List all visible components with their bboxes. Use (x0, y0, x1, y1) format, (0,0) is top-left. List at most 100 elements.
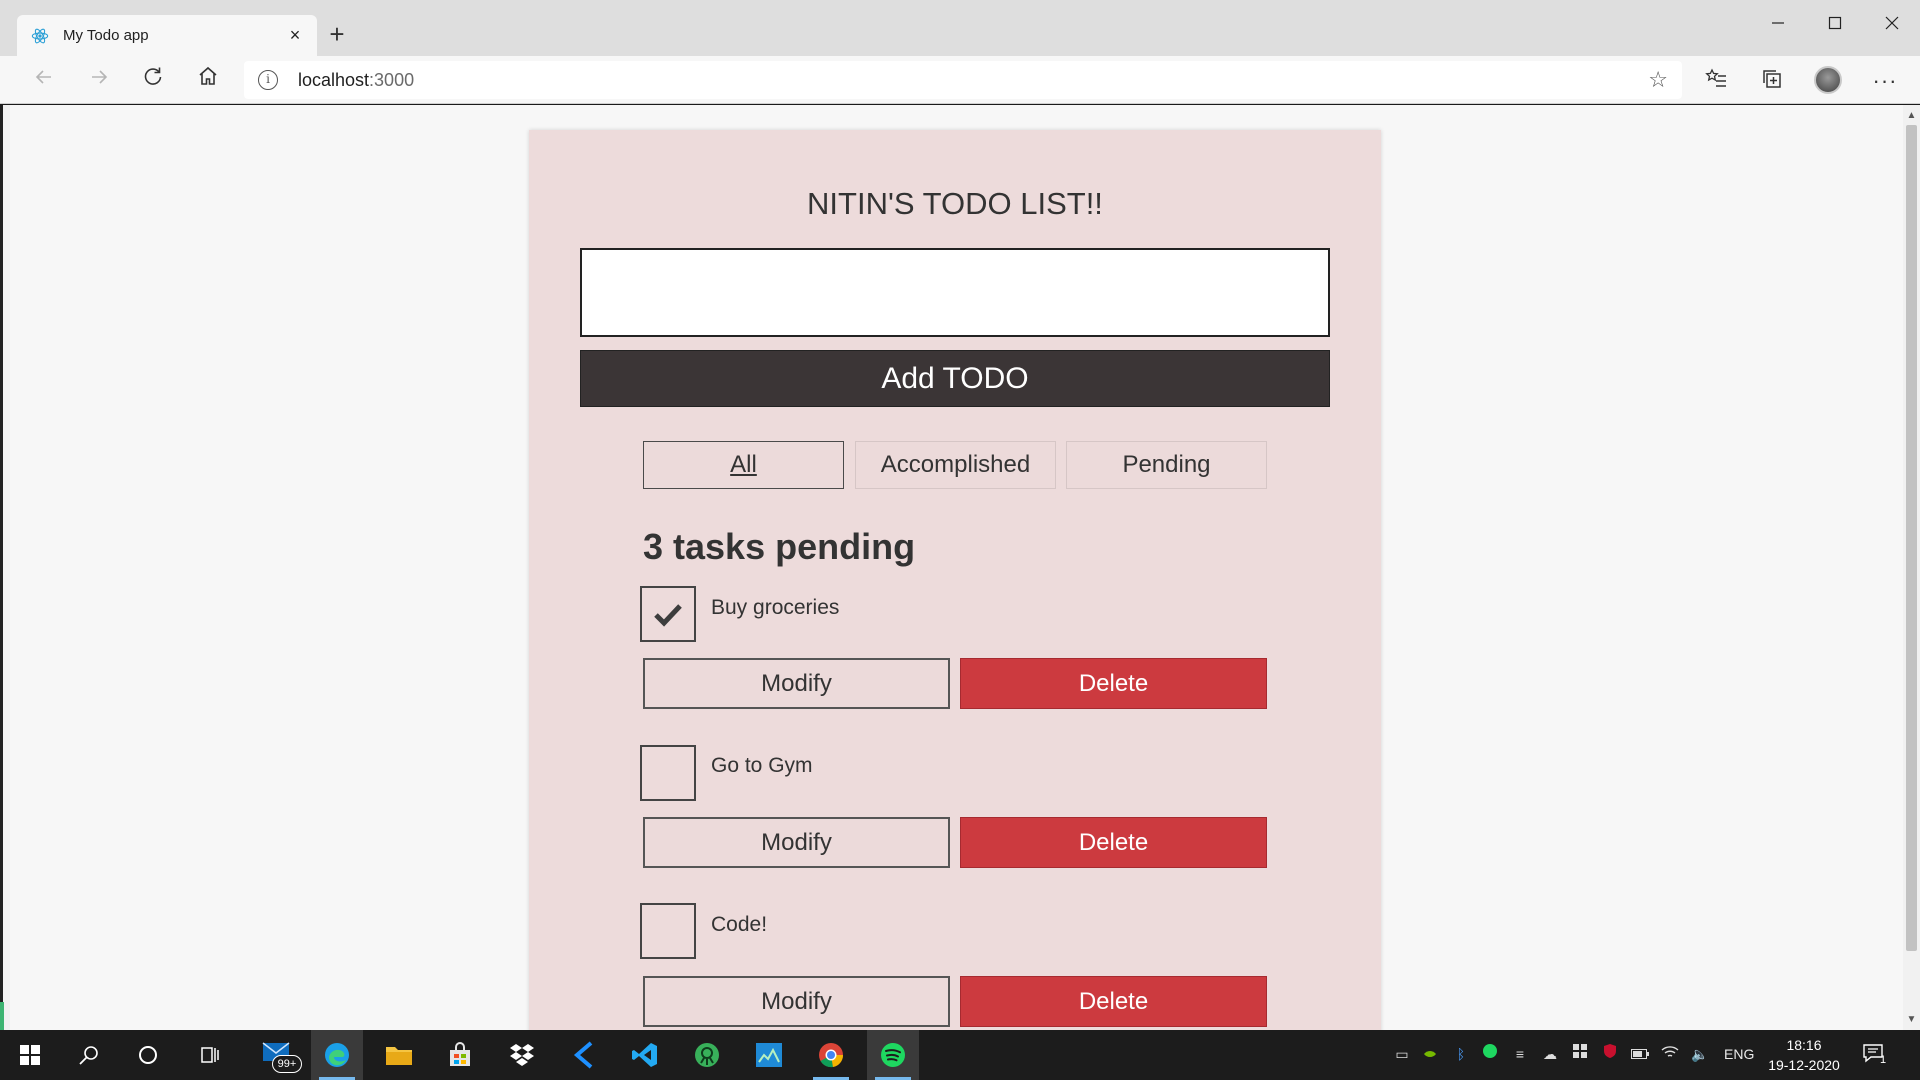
gitkraken-app[interactable] (681, 1030, 733, 1080)
volume-icon[interactable]: 🔈 (1688, 1042, 1712, 1066)
mail-app[interactable]: 99+ (250, 1030, 302, 1080)
browser-toolbar: i localhost:3000 ☆ ··· (0, 56, 1920, 104)
url-text[interactable]: localhost:3000 (298, 70, 414, 91)
vscode-icon (632, 1043, 657, 1067)
forward-button[interactable] (81, 64, 117, 96)
wifi-icon[interactable] (1658, 1042, 1682, 1066)
dropbox-app[interactable] (496, 1030, 548, 1080)
task-manager-app[interactable] (743, 1030, 795, 1080)
favorites-list-icon (1705, 68, 1726, 87)
battery-icon[interactable] (1628, 1042, 1652, 1066)
file-explorer-icon (386, 1047, 412, 1065)
browser-titlebar: My Todo app × + (0, 0, 1920, 56)
url-port: :3000 (369, 70, 415, 90)
scroll-thumb[interactable] (1906, 125, 1917, 951)
minimize-button[interactable] (1755, 10, 1801, 38)
filter-all-button[interactable]: All (643, 441, 844, 489)
start-button[interactable] (4, 1030, 56, 1080)
more-options-icon[interactable]: ··· (1872, 68, 1898, 94)
todo-text: Buy groceries (711, 596, 840, 619)
todo-text: Code! (711, 913, 768, 936)
todo-checkbox[interactable] (640, 745, 696, 801)
modify-button[interactable]: Modify (643, 817, 950, 868)
favorite-star-icon[interactable]: ☆ (1648, 67, 1668, 93)
site-info-icon[interactable]: i (258, 70, 278, 90)
file-explorer-app[interactable] (373, 1030, 425, 1080)
visual-studio-icon (573, 1041, 593, 1069)
close-window-button[interactable] (1869, 10, 1915, 38)
chrome-icon (819, 1043, 844, 1068)
cortana-button[interactable] (122, 1030, 174, 1080)
windows-taskbar: 99+ ▭ ᛒ ≡ ☁ 🔈 ENG 18:16 19-12-2020 1 (0, 1030, 1920, 1080)
spotify-icon (881, 1043, 905, 1067)
page-title: NITIN'S TODO LIST!! (807, 186, 1103, 221)
store-icon (450, 1042, 470, 1066)
filter-pending-button[interactable]: Pending (1066, 441, 1267, 489)
todo-checkbox[interactable] (640, 586, 696, 642)
nvidia-glyph-icon (1424, 1051, 1436, 1057)
notification-count: 1 (1880, 1054, 1887, 1066)
back-arrow-icon (35, 70, 51, 84)
maximize-button[interactable] (1812, 10, 1858, 38)
browser-tab[interactable]: My Todo app × (17, 15, 317, 56)
delete-button[interactable]: Delete (960, 976, 1267, 1027)
todo-input[interactable] (580, 248, 1330, 337)
dropbox-icon (510, 1044, 534, 1066)
address-bar[interactable]: i localhost:3000 ☆ (244, 61, 1682, 99)
tab-close-icon[interactable]: × (283, 23, 307, 47)
language-indicator[interactable]: ENG (1724, 1046, 1754, 1062)
nvidia-icon[interactable] (1418, 1042, 1442, 1066)
spotify-app[interactable] (867, 1030, 919, 1080)
new-tab-button[interactable]: + (325, 20, 349, 48)
todo-card: NITIN'S TODO LIST!! Add TODO All Accompl… (529, 130, 1381, 1030)
edge-stripe (0, 105, 3, 1030)
delete-button[interactable]: Delete (960, 817, 1267, 868)
back-button[interactable] (26, 64, 62, 96)
favorites-icon[interactable] (1703, 68, 1729, 94)
network-monitor-icon[interactable]: ≡ (1508, 1042, 1532, 1066)
wifi-glyph-icon (1661, 1046, 1679, 1057)
meet-now-icon[interactable]: ▭ (1390, 1042, 1414, 1066)
mail-badge: 99+ (272, 1055, 302, 1073)
system-clock[interactable]: 18:16 19-12-2020 (1766, 1035, 1842, 1075)
vertical-scrollbar[interactable]: ▲ ▼ (1903, 105, 1920, 1030)
collections-icon[interactable] (1759, 68, 1785, 94)
spotify-tray-icon[interactable] (1478, 1042, 1502, 1066)
mcafee-icon[interactable] (1598, 1042, 1622, 1066)
scroll-up-arrow-icon[interactable]: ▲ (1903, 107, 1920, 124)
vscode-app[interactable] (619, 1030, 671, 1080)
home-icon (199, 66, 217, 85)
todo-checkbox[interactable] (640, 903, 696, 959)
edge-icon (325, 1043, 349, 1067)
task-view-icon (201, 1047, 219, 1063)
bluetooth-icon[interactable]: ᛒ (1449, 1042, 1473, 1066)
profile-avatar[interactable] (1814, 66, 1842, 94)
chrome-app[interactable] (805, 1030, 857, 1080)
pending-count: 3 tasks pending (643, 526, 916, 567)
modify-button[interactable]: Modify (643, 658, 950, 709)
delete-button[interactable]: Delete (960, 658, 1267, 709)
search-button[interactable] (63, 1030, 115, 1080)
clock-date: 19-12-2020 (1768, 1057, 1840, 1073)
home-button[interactable] (190, 64, 226, 96)
edge-indicator (0, 1002, 4, 1030)
visual-studio-app[interactable] (557, 1030, 609, 1080)
reload-button[interactable] (135, 64, 171, 96)
task-view-button[interactable] (184, 1030, 236, 1080)
window-edge (0, 105, 10, 1030)
scroll-down-arrow-icon[interactable]: ▼ (1903, 1011, 1920, 1028)
gitkraken-icon (695, 1043, 719, 1067)
battery-glyph-icon (1631, 1049, 1649, 1059)
action-center-button[interactable]: 1 (1862, 1042, 1894, 1070)
modify-button[interactable]: Modify (643, 976, 950, 1027)
filter-accomplished-button[interactable]: Accomplished (855, 441, 1056, 489)
todo-text: Go to Gym (711, 754, 813, 777)
store-app[interactable] (434, 1030, 486, 1080)
security-icon[interactable] (1568, 1042, 1592, 1066)
add-todo-button[interactable]: Add TODO (580, 350, 1330, 407)
edge-app[interactable] (311, 1030, 363, 1080)
url-host: localhost (298, 70, 370, 90)
close-icon (1885, 16, 1899, 30)
onedrive-icon[interactable]: ☁ (1538, 1042, 1562, 1066)
search-icon (79, 1046, 98, 1065)
